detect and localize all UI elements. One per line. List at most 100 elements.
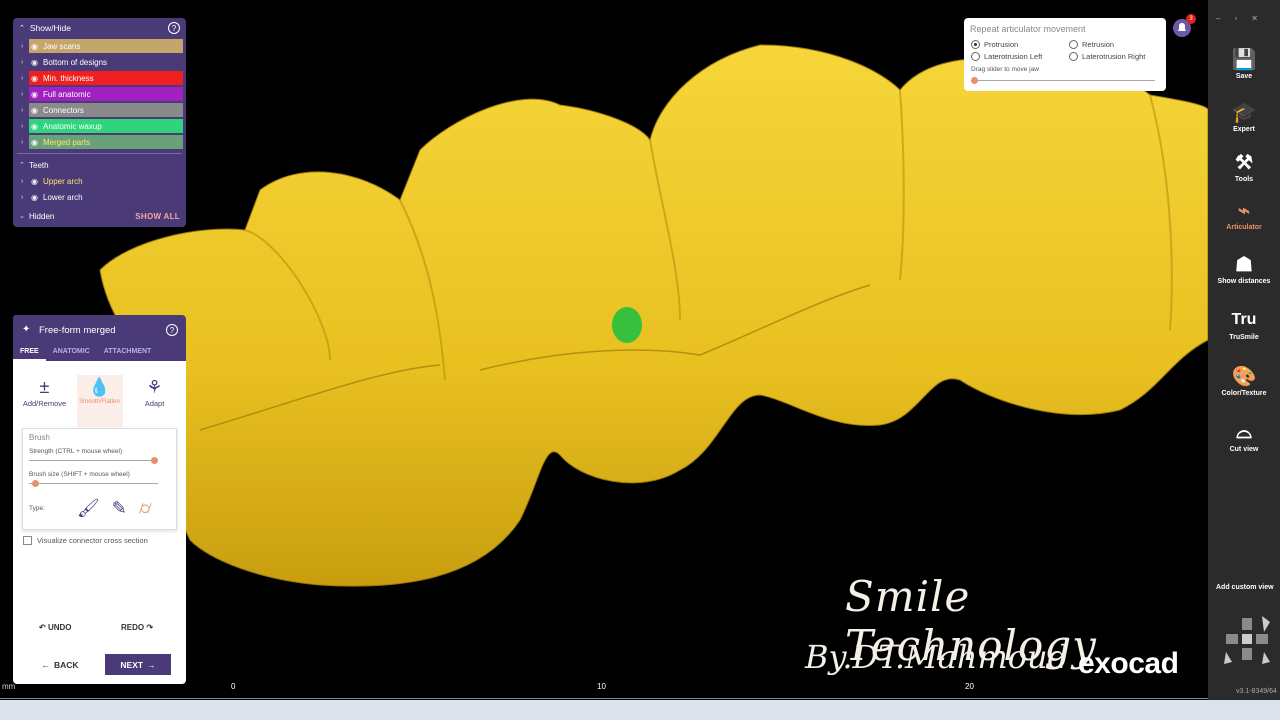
eye-off-icon[interactable]: ◉: [31, 106, 43, 115]
hidden-label: Hidden: [29, 211, 55, 221]
tool-add-remove-button[interactable]: ± Add/Remove: [22, 375, 68, 427]
slider-knob[interactable]: [971, 77, 978, 84]
expand-chevron-icon[interactable]: ›: [21, 75, 31, 82]
eye-off-icon[interactable]: ◉: [31, 122, 43, 131]
eye-off-icon[interactable]: ◉: [31, 177, 43, 186]
arch-label: Upper arch: [43, 176, 83, 186]
view-cube-icon[interactable]: [1222, 612, 1272, 672]
show-hide-header[interactable]: ⌃ Show/Hide ?: [13, 18, 186, 38]
back-button[interactable]: ← BACK: [35, 654, 85, 675]
radio-circle[interactable]: [971, 40, 980, 49]
eye-off-icon[interactable]: ◉: [31, 193, 43, 202]
arch-row[interactable]: › ◉ Lower arch: [13, 189, 186, 205]
eye-off-icon[interactable]: ◉: [31, 74, 43, 83]
undo-button[interactable]: ↶ UNDO: [39, 623, 72, 632]
cylinder-icon[interactable]: ⌭: [139, 498, 152, 519]
radio-circle[interactable]: [971, 52, 980, 61]
tab-attachment[interactable]: ATTACHMENT: [97, 348, 159, 361]
eye-off-icon[interactable]: ◉: [31, 58, 43, 67]
tool-label: Smooth/Flatten: [79, 399, 120, 405]
ruler-tick: 20: [965, 682, 974, 691]
sidebar-item-articulator[interactable]: ⌁ Articulator: [1208, 196, 1280, 232]
next-button[interactable]: NEXT →: [105, 654, 171, 675]
redo-button[interactable]: REDO ↷: [121, 623, 153, 632]
arch-label: Lower arch: [43, 192, 83, 202]
expand-chevron-icon[interactable]: ›: [21, 43, 31, 50]
os-taskbar[interactable]: [0, 700, 1280, 720]
tool-adapt-button[interactable]: ⚘ Adapt: [132, 375, 178, 427]
add-custom-view-label[interactable]: Add custom view: [1216, 584, 1274, 591]
sidebar-item-cut-view[interactable]: ⌓ Cut view: [1208, 418, 1280, 454]
paint-brush-icon[interactable]: 🖌: [77, 498, 100, 519]
sidebar-item-expert[interactable]: 🎓 Expert: [1208, 98, 1280, 134]
visibility-label: Merged parts: [43, 137, 91, 147]
brush-size-slider[interactable]: [29, 478, 170, 490]
expand-chevron-icon[interactable]: ›: [21, 123, 31, 130]
help-icon[interactable]: ?: [168, 22, 180, 34]
arch-row[interactable]: › ◉ Upper arch: [13, 173, 186, 189]
expand-chevron-icon[interactable]: ›: [21, 139, 31, 146]
strength-slider[interactable]: [29, 455, 170, 467]
notification-bell-icon[interactable]: 3: [1172, 14, 1196, 38]
back-label: BACK: [53, 659, 79, 670]
sidebar-item-save[interactable]: 💾 Save: [1208, 45, 1280, 81]
radio-laterotrusion-left[interactable]: Laterotrusion Left: [971, 52, 1042, 61]
sidebar-item-tools[interactable]: ⚒ Tools: [1208, 148, 1280, 184]
checkbox-box[interactable]: [23, 536, 32, 545]
radio-protrusion[interactable]: Protrusion: [971, 40, 1018, 49]
brush-size-label: Brush size (SHIFT + mouse wheel): [29, 471, 130, 478]
checkbox-label: Visualize connector cross section: [37, 536, 148, 545]
visibility-row[interactable]: › ◉ Jaw scans: [13, 38, 186, 54]
visibility-row[interactable]: › ◉ Min. thickness: [13, 70, 186, 86]
tool-label: Adapt: [144, 399, 165, 408]
radio-label: Protrusion: [984, 40, 1019, 49]
visibility-label: Anatomic waxup: [43, 121, 102, 131]
visibility-row[interactable]: › ◉ Merged parts: [13, 134, 186, 150]
eye-off-icon[interactable]: ◉: [31, 42, 43, 51]
expand-chevron-icon[interactable]: ›: [21, 91, 31, 98]
eye-off-icon[interactable]: ◉: [31, 90, 43, 99]
tool-smooth-flatten-button[interactable]: 💧 Smooth/Flatten: [76, 375, 123, 427]
visibility-row[interactable]: › ◉ Bottom of designs: [13, 54, 186, 70]
visibility-label: Jaw scans: [43, 41, 81, 51]
visibility-row[interactable]: › ◉ Full anatomic: [13, 86, 186, 102]
hidden-group-header[interactable]: ⌄ Hidden SHOW ALL: [13, 208, 186, 224]
sidebar-item-show-distances[interactable]: ☗ Show distances: [1208, 250, 1280, 286]
expand-chevron-icon[interactable]: ›: [21, 59, 31, 66]
visibility-row[interactable]: › ◉ Anatomic waxup: [13, 118, 186, 134]
brush-stroke-icon[interactable]: ✎: [112, 498, 127, 519]
slider-knob[interactable]: [31, 480, 39, 487]
visibility-label: Connectors: [43, 105, 84, 115]
slider-knob[interactable]: [150, 457, 158, 464]
distances-icon: ☗: [1235, 253, 1253, 276]
radio-label: Laterotrusion Right: [1082, 52, 1146, 61]
palette-icon: 🎨: [1231, 365, 1257, 388]
brush-settings: Brush Strength (CTRL + mouse wheel) Brus…: [22, 428, 177, 530]
teeth-group-header[interactable]: ⌃ Teeth: [13, 157, 186, 173]
sidebar-item-color-texture[interactable]: 🎨 Color/Texture: [1208, 362, 1280, 398]
radio-circle[interactable]: [1069, 40, 1078, 49]
visibility-row[interactable]: › ◉ Connectors: [13, 102, 186, 118]
tool-label: Add/Remove: [22, 399, 67, 408]
help-icon[interactable]: ?: [166, 324, 178, 336]
expand-chevron-icon[interactable]: ›: [21, 194, 31, 201]
expand-chevron-icon[interactable]: ›: [21, 178, 31, 185]
jaw-slider[interactable]: [971, 76, 1155, 86]
connector-cross-section-checkbox[interactable]: Visualize connector cross section: [23, 536, 148, 545]
tool-group: ± Add/Remove 💧 Smooth/Flatten ⚘ Adapt: [13, 361, 186, 427]
adapt-icon: ⚘: [146, 376, 163, 397]
sidebar-item-label: Tools: [1234, 176, 1254, 183]
version-label: v3.1-8349/64: [1236, 688, 1277, 695]
radio-circle[interactable]: [1069, 52, 1078, 61]
show-all-button[interactable]: SHOW ALL: [135, 212, 180, 221]
eye-icon[interactable]: ◉: [31, 138, 43, 147]
tab-free[interactable]: FREE: [13, 348, 46, 361]
collapse-chevron-icon: ⌃: [19, 162, 25, 169]
radio-retrusion[interactable]: Retrusion: [1069, 40, 1114, 49]
sidebar-item-trusmile[interactable]: Tru TruSmile: [1208, 306, 1280, 341]
tab-anatomic[interactable]: ANATOMIC: [46, 348, 97, 361]
ruler-unit: mm: [2, 682, 16, 691]
show-hide-panel: ⌃ Show/Hide ? › ◉ Jaw scans › ◉ Bottom of des…: [13, 18, 186, 227]
radio-laterotrusion-right[interactable]: Laterotrusion Right: [1069, 52, 1145, 61]
expand-chevron-icon[interactable]: ›: [21, 107, 31, 114]
